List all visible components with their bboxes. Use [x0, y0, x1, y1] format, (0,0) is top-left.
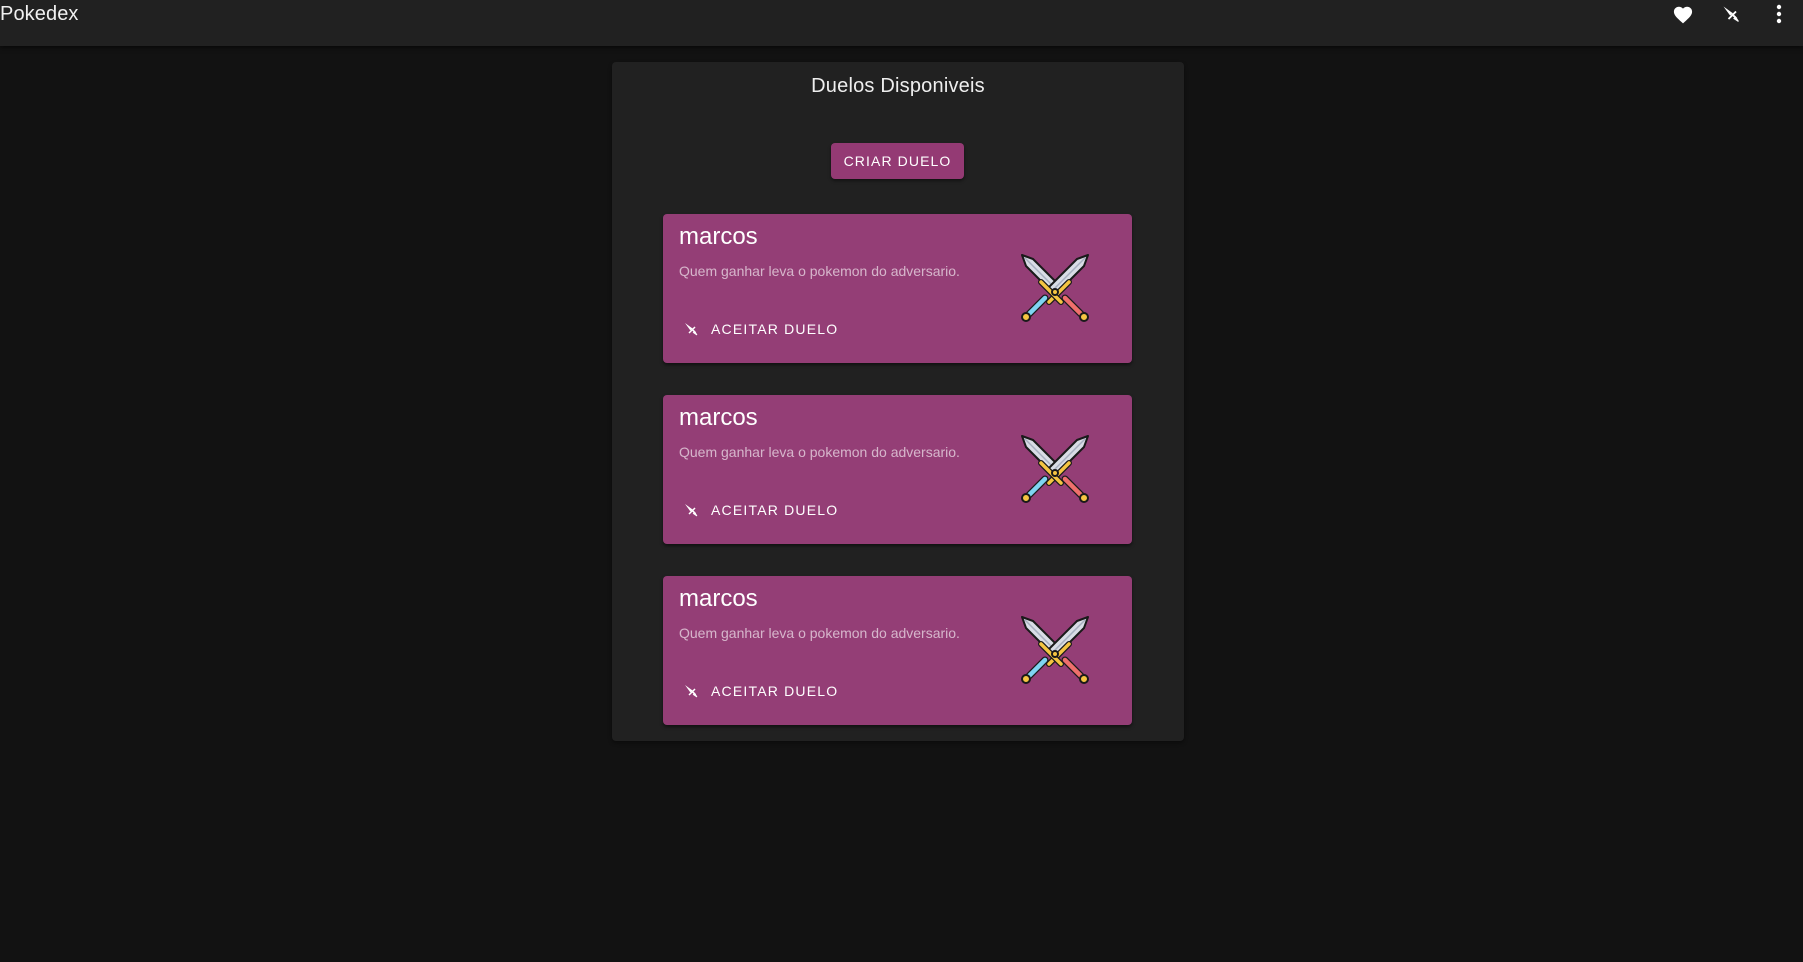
- accept-duel-button[interactable]: ACEITAR DUELO: [671, 311, 847, 347]
- sword-icon: [683, 502, 699, 518]
- crossed-swords-icon: [1019, 614, 1091, 686]
- accept-duel-label: ACEITAR DUELO: [711, 683, 839, 699]
- duel-description: Quem ganhar leva o pokemon do adversario…: [679, 444, 960, 460]
- duel-opponent-name: marcos: [679, 223, 758, 250]
- accept-duel-button[interactable]: ACEITAR DUELO: [671, 492, 847, 528]
- accept-duel-label: ACEITAR DUELO: [711, 502, 839, 518]
- duels-panel: Duelos Disponiveis CRIAR DUELO marcos Qu…: [612, 62, 1184, 741]
- create-duel-button[interactable]: CRIAR DUELO: [831, 143, 964, 179]
- more-vertical-icon: [1776, 4, 1782, 24]
- crossed-swords-icon: [1019, 433, 1091, 505]
- page-title: Duelos Disponiveis: [811, 75, 985, 97]
- favorites-button[interactable]: [1659, 0, 1707, 28]
- duel-description: Quem ganhar leva o pokemon do adversario…: [679, 625, 960, 641]
- app-bar-actions: [1659, 0, 1803, 28]
- crossed-swords-icon: [1019, 252, 1091, 324]
- sword-icon: [683, 683, 699, 699]
- heart-icon: [1673, 6, 1693, 24]
- duel-card: marcos Quem ganhar leva o pokemon do adv…: [663, 395, 1132, 544]
- duels-button[interactable]: [1707, 0, 1755, 28]
- app-bar: Pokedex: [0, 0, 1803, 46]
- more-options-button[interactable]: [1755, 0, 1803, 28]
- duel-card: marcos Quem ganhar leva o pokemon do adv…: [663, 214, 1132, 363]
- accept-duel-label: ACEITAR DUELO: [711, 321, 839, 337]
- duel-description: Quem ganhar leva o pokemon do adversario…: [679, 263, 960, 279]
- accept-duel-button[interactable]: ACEITAR DUELO: [671, 673, 847, 709]
- duel-opponent-name: marcos: [679, 404, 758, 431]
- duel-opponent-name: marcos: [679, 585, 758, 612]
- sword-icon: [683, 321, 699, 337]
- sword-icon: [1721, 4, 1741, 24]
- duel-card: marcos Quem ganhar leva o pokemon do adv…: [663, 576, 1132, 725]
- app-title: Pokedex: [0, 3, 79, 25]
